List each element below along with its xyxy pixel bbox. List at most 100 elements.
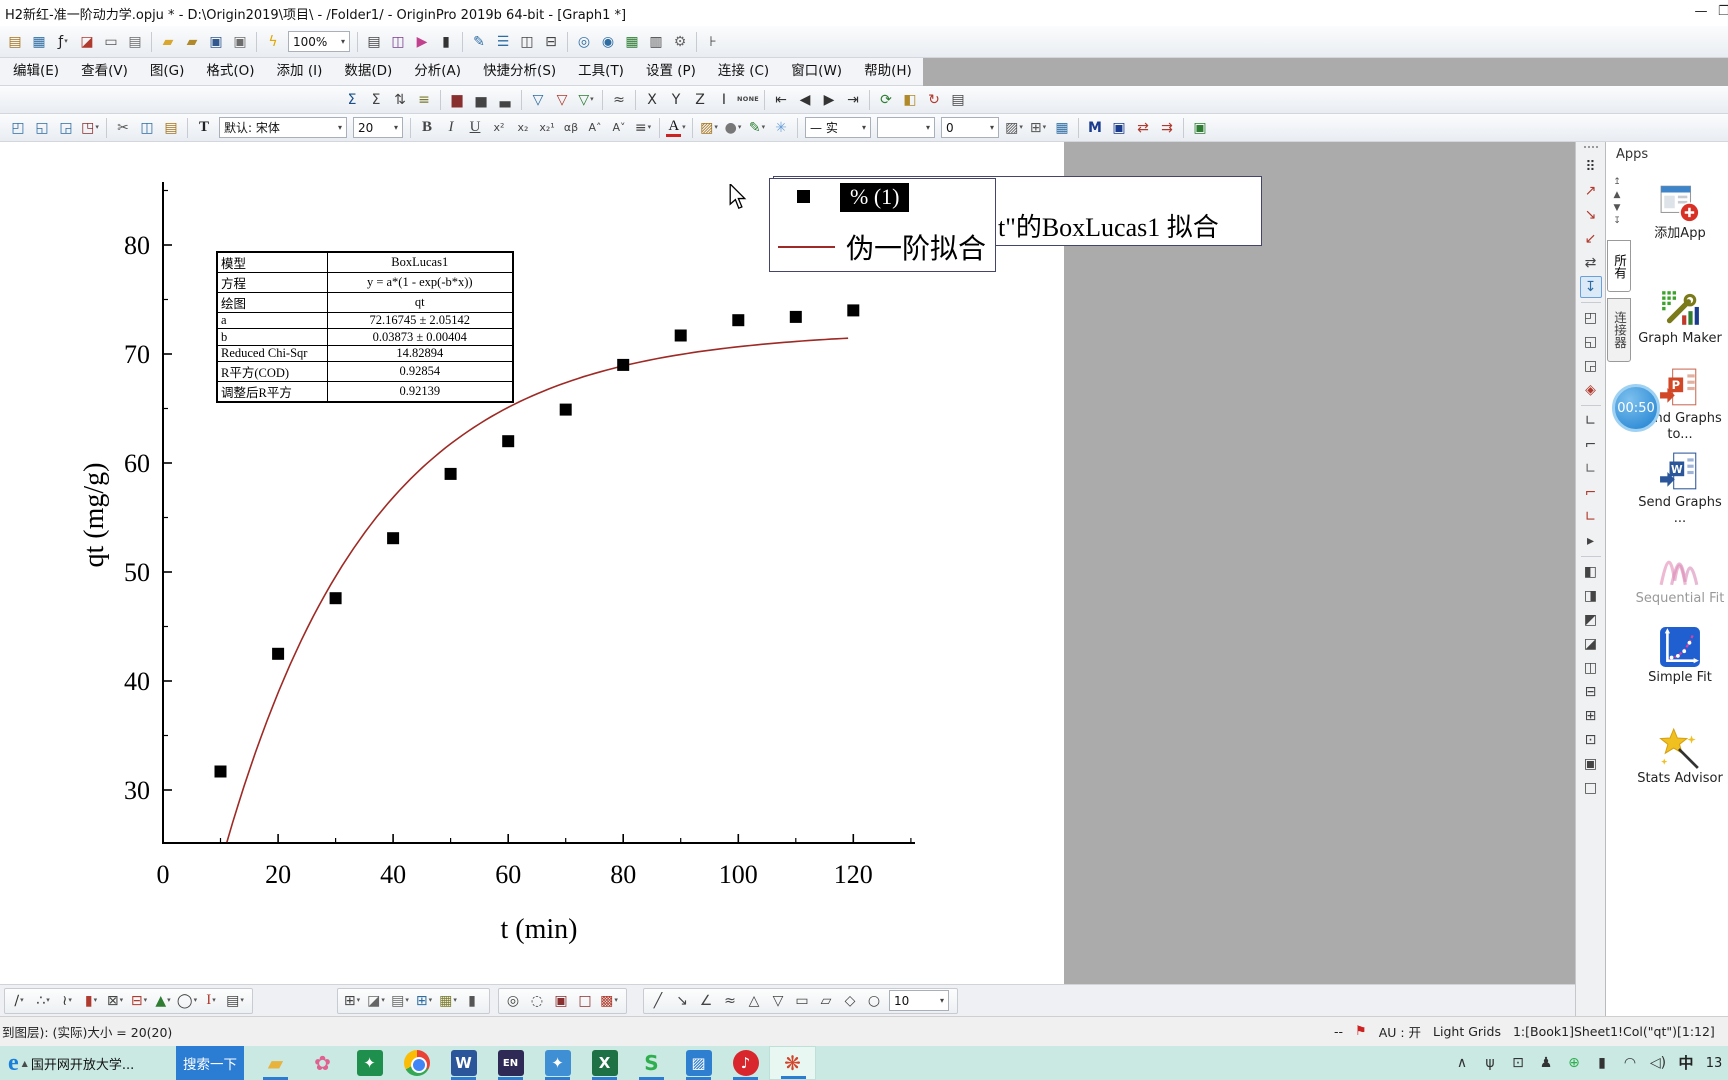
alignment-button[interactable]: ≡ ▾ — [632, 117, 654, 139]
table-button[interactable]: ▦ — [1051, 117, 1073, 139]
app-item-add-app[interactable]: 添加App — [1632, 182, 1728, 242]
scroll-up-icon[interactable]: ▲ — [1610, 189, 1624, 202]
new-graph-icon[interactable]: ◪ — [76, 31, 98, 53]
ungroup-objects-icon[interactable]: □ — [1580, 777, 1602, 799]
recalculate-icon[interactable]: ↻ — [923, 89, 945, 111]
column-plot-icon[interactable]: ▮ ▾ — [80, 990, 102, 1012]
taskbar-app-green-icon[interactable]: ✦ — [346, 1046, 393, 1080]
line-color-button[interactable]: ✎ ▾ — [746, 117, 768, 139]
save-icon[interactable]: ▣ — [205, 31, 227, 53]
ruler-icon-1[interactable]: ∟ — [1580, 410, 1602, 432]
italic-button[interactable]: I — [440, 117, 462, 139]
template-plot-icon[interactable]: ▤ ▾ — [224, 990, 246, 1012]
menu-item-12[interactable]: 帮助(H) — [853, 58, 923, 85]
taskbar-edge-button[interactable]: e ▲ 国开网开放大学... — [0, 1051, 168, 1075]
tray-security-icon[interactable]: ⊕ — [1561, 1052, 1587, 1074]
new-sheet-icon[interactable]: ▦ — [621, 31, 643, 53]
set-values-icon[interactable]: ≡ — [413, 89, 435, 111]
apps-tab-connectors[interactable]: 连接器 — [1607, 298, 1631, 362]
polar-plot-icon[interactable]: ◯ ▾ — [176, 990, 198, 1012]
align-bottom-icon[interactable]: ◪ — [1580, 633, 1602, 655]
add-plot-icon[interactable]: ◲ — [55, 117, 77, 139]
taskbar-photos-icon[interactable]: ▨ — [675, 1046, 722, 1080]
spacing-button[interactable]: ⇉ — [1156, 117, 1178, 139]
align-right-icon[interactable]: ◨ — [1580, 585, 1602, 607]
axis-y-icon[interactable]: Y — [665, 89, 687, 111]
layer-single-icon[interactable]: ◰ — [1580, 307, 1602, 329]
subscript-button[interactable]: x₂ — [512, 117, 534, 139]
open-template-icon[interactable]: ▰ — [181, 31, 203, 53]
taskbar-netease-music-icon[interactable]: ♪ — [722, 1046, 769, 1080]
scatter-plot-icon[interactable]: ∴ ▾ — [32, 990, 54, 1012]
expand-toolbar-icon[interactable]: ▸ — [1580, 530, 1602, 552]
status-grids[interactable]: Light Grids — [1427, 1024, 1507, 1039]
taskbar-search-button[interactable]: 搜索一下 — [176, 1046, 244, 1080]
tray-battery-icon[interactable]: ▮ — [1589, 1052, 1615, 1074]
paste-icon[interactable]: ▤ — [160, 117, 182, 139]
layout-icon[interactable]: ☰ — [492, 31, 514, 53]
superscript-button[interactable]: x² — [488, 117, 510, 139]
new-workbook-icon[interactable]: ▦ — [28, 31, 50, 53]
ruler-icon-2[interactable]: ⌐ — [1580, 434, 1602, 456]
stats-table[interactable]: 模型 BoxLucas1 方程 y = a*(1 - exp(-b*x)) 绘图 qt a 7… — [216, 251, 514, 404]
shape-parallelogram-icon[interactable]: ▱ — [815, 990, 837, 1012]
layer-stack-icon[interactable]: ◲ — [1580, 355, 1602, 377]
align-top-icon[interactable]: ◩ — [1580, 609, 1602, 631]
font-color-button[interactable]: A ▾ — [665, 117, 687, 139]
font-size-combo[interactable]: 20 ▾ — [353, 117, 403, 138]
menu-item-0[interactable]: 编辑(E) — [2, 58, 70, 85]
decrease-font-button[interactable]: A˅ — [608, 117, 630, 139]
merge-report-icon[interactable]: ◫ — [516, 31, 538, 53]
legend-fit-label[interactable]: 伪一阶拟合 — [846, 227, 986, 267]
status-au[interactable]: AU : 开 — [1373, 1022, 1427, 1041]
new-function-plot-icon[interactable]: ƒ ▾ — [52, 31, 74, 53]
shape-rect-icon[interactable]: ▭ — [791, 990, 813, 1012]
draw-freehand-icon[interactable]: ≈ — [719, 990, 741, 1012]
taskbar-s-app-icon[interactable]: S — [628, 1046, 675, 1080]
master-items-button[interactable]: M — [1084, 117, 1106, 139]
app-item-stats-advisor[interactable]: Stats Advisor — [1632, 727, 1728, 787]
print-icon[interactable]: ▤ — [363, 31, 385, 53]
shape-triangle-icon[interactable]: △ — [743, 990, 765, 1012]
layer-manager-icon[interactable]: ◳ ▾ — [79, 117, 101, 139]
line-width-combo[interactable]: ▾ — [877, 117, 935, 138]
taskbar-excel-icon[interactable]: X — [581, 1046, 628, 1080]
project-explorer-icon[interactable]: ⊟ — [540, 31, 562, 53]
fill-color-button[interactable]: ▨ ▾ — [698, 117, 720, 139]
copy-format-icon[interactable]: ▤ ▾ — [389, 990, 411, 1012]
menu-item-10[interactable]: 连接 (C) — [707, 58, 780, 85]
shape-diamond-icon[interactable]: ◇ — [839, 990, 861, 1012]
minimize-button[interactable]: — — [1684, 0, 1718, 26]
tray-mic-icon[interactable]: ψ — [1477, 1052, 1503, 1074]
save-template-icon[interactable]: ▣ — [229, 31, 251, 53]
menu-item-4[interactable]: 添加 (I) — [266, 58, 334, 85]
sort-icon[interactable]: ⇅ — [389, 89, 411, 111]
tray-cast-icon[interactable]: ⊡ — [1505, 1052, 1531, 1074]
swap-button[interactable]: ⇄ — [1132, 117, 1154, 139]
distribute-h-icon[interactable]: ◫ — [1580, 657, 1602, 679]
status-data-range[interactable]: 1:[Book1]Sheet1!Col("qt")[1:12] — [1507, 1024, 1721, 1039]
taskbar-file-explorer-icon[interactable]: ▰ — [252, 1046, 299, 1080]
options-icon[interactable]: ⚙ — [669, 31, 691, 53]
matrix-plot-icon[interactable]: ⊠ ▾ — [104, 990, 126, 1012]
exchange-xy-icon[interactable]: ⇄ — [1580, 252, 1602, 274]
axis-z-icon[interactable]: Z — [689, 89, 711, 111]
font-name-combo[interactable]: 默认: 宋体 ▾ — [219, 117, 347, 138]
align-left-icon[interactable]: ◧ — [1580, 561, 1602, 583]
taskbar-word-icon[interactable]: W — [440, 1046, 487, 1080]
tray-wifi-icon[interactable]: ◠ — [1617, 1052, 1643, 1074]
shape-triangle-down-icon[interactable]: ▽ — [767, 990, 789, 1012]
rescale-x-icon[interactable]: ↘ — [1580, 204, 1602, 226]
add-axis-icon[interactable]: ◱ — [31, 117, 53, 139]
copy-icon[interactable]: ◫ — [136, 117, 158, 139]
lock-button[interactable]: ▣ — [1189, 117, 1211, 139]
last-plot-icon[interactable]: ⇥ — [842, 89, 864, 111]
draw-polyline-icon[interactable]: ∠ — [695, 990, 717, 1012]
zoom-in-tool-icon[interactable]: ◎ — [502, 990, 524, 1012]
area-plot-icon[interactable]: ▲ ▾ — [152, 990, 174, 1012]
filter-remove-icon[interactable]: ▽ — [551, 89, 573, 111]
maximize-button[interactable]: ❐ — [1718, 0, 1728, 26]
menu-item-8[interactable]: 工具(T) — [567, 58, 635, 85]
zoom-data-icon[interactable]: ◉ — [597, 31, 619, 53]
menu-item-11[interactable]: 窗口(W) — [780, 58, 853, 85]
